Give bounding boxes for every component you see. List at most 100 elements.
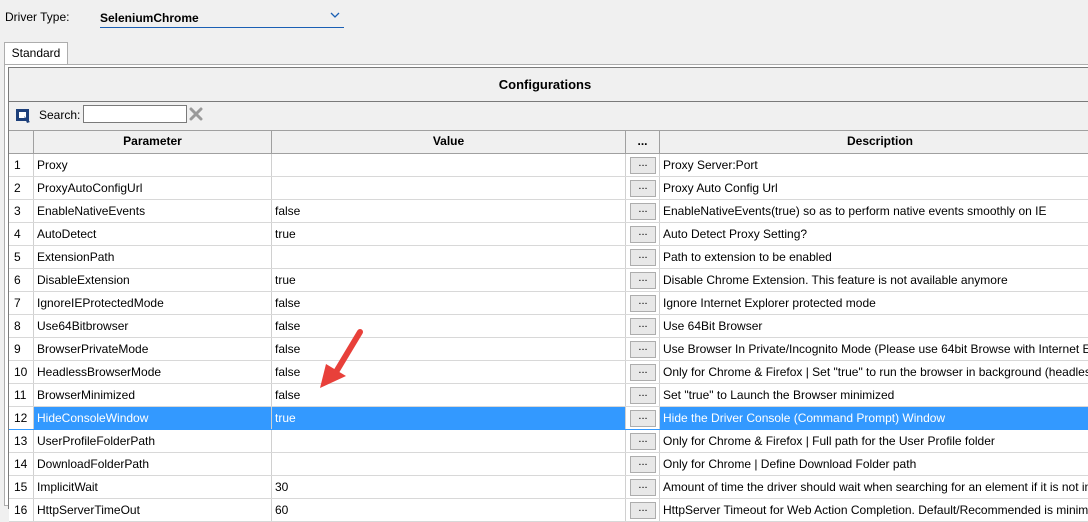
column-header-number <box>9 131 34 153</box>
parameter-cell[interactable]: Use64Bitbrowser <box>34 315 272 337</box>
edit-value-button[interactable]: ... <box>630 341 656 358</box>
value-cell[interactable]: true <box>272 223 626 245</box>
dots-cell: ... <box>626 338 660 360</box>
value-cell[interactable]: false <box>272 292 626 314</box>
parameter-cell[interactable]: UserProfileFolderPath <box>34 430 272 452</box>
table-row[interactable]: 2 ProxyAutoConfigUrl... Proxy Auto Config … <box>9 177 1088 200</box>
column-header-description[interactable]: Description <box>660 131 1088 153</box>
parameter-cell[interactable]: ExtensionPath <box>34 246 272 268</box>
column-header-value[interactable]: Value <box>272 131 626 153</box>
row-number: 1 <box>9 154 34 176</box>
table-row[interactable]: 1 Proxy... Proxy Server:Port <box>9 154 1088 177</box>
column-header-parameter[interactable]: Parameter <box>34 131 272 153</box>
row-number: 14 <box>9 453 34 475</box>
value-cell[interactable]: 60 <box>272 499 626 521</box>
edit-value-button[interactable]: ... <box>630 180 656 197</box>
dots-cell: ... <box>626 384 660 406</box>
row-number: 10 <box>9 361 34 383</box>
parameter-cell[interactable]: BrowserPrivateMode <box>34 338 272 360</box>
description-cell: HttpServer Timeout for Web Action Comple… <box>663 503 1088 517</box>
table-row[interactable]: 16 HttpServerTimeOut 60... HttpServer Timeo… <box>9 499 1088 522</box>
edit-value-button[interactable]: ... <box>630 456 656 473</box>
dots-cell: ... <box>626 430 660 452</box>
parameter-cell[interactable]: DisableExtension <box>34 269 272 291</box>
dots-cell: ... <box>626 476 660 498</box>
value-cell[interactable]: false <box>272 200 626 222</box>
parameter-cell[interactable]: ProxyAutoConfigUrl <box>34 177 272 199</box>
table-row[interactable]: 8 Use64Bitbrowser false... Use 64Bit Browse… <box>9 315 1088 338</box>
dots-cell: ... <box>626 292 660 314</box>
edit-value-button[interactable]: ... <box>630 410 656 427</box>
parameter-cell[interactable]: Proxy <box>34 154 272 176</box>
description-cell: Ignore Internet Explorer protected mode <box>663 296 876 310</box>
table-row[interactable]: 3 EnableNativeEvents false... EnableNativeE… <box>9 200 1088 223</box>
edit-value-button[interactable]: ... <box>630 203 656 220</box>
table-row[interactable]: 12 HideConsoleWindow true... Hide the Drive… <box>9 407 1088 430</box>
tab-standard[interactable]: Standard <box>4 42 68 65</box>
parameter-cell[interactable]: AutoDetect <box>34 223 272 245</box>
search-label: Search: <box>39 108 81 122</box>
row-number: 9 <box>9 338 34 360</box>
driver-type-dropdown[interactable]: SeleniumChrome <box>100 8 344 28</box>
value-cell[interactable] <box>272 453 626 475</box>
edit-value-button[interactable]: ... <box>630 249 656 266</box>
description-cell: Only for Chrome | Define Download Folder… <box>663 457 917 471</box>
parameter-cell[interactable]: BrowserMinimized <box>34 384 272 406</box>
dots-cell: ... <box>626 200 660 222</box>
table-row[interactable]: 13 UserProfileFolderPath... Only for Chrom… <box>9 430 1088 453</box>
table-row[interactable]: 6 DisableExtension true... Disable Chrome E… <box>9 269 1088 292</box>
configurations-panel: Configurations Search: Parameter Value .… <box>4 64 1088 522</box>
row-number: 5 <box>9 246 34 268</box>
row-number: 2 <box>9 177 34 199</box>
dots-cell: ... <box>626 246 660 268</box>
table-row[interactable]: 5 ExtensionPath... Path to extension to be… <box>9 246 1088 269</box>
value-cell[interactable] <box>272 177 626 199</box>
parameter-cell[interactable]: HideConsoleWindow <box>34 407 272 429</box>
parameter-cell[interactable]: ImplicitWait <box>34 476 272 498</box>
description-cell: Auto Detect Proxy Setting? <box>663 227 808 241</box>
edit-value-button[interactable]: ... <box>630 318 656 335</box>
parameter-cell[interactable]: IgnoreIEProtectedMode <box>34 292 272 314</box>
edit-value-button[interactable]: ... <box>630 295 656 312</box>
table-row[interactable]: 11 BrowserMinimized false... Set "true" to … <box>9 384 1088 407</box>
value-cell[interactable] <box>272 154 626 176</box>
parameter-cell[interactable]: HttpServerTimeOut <box>34 499 272 521</box>
table-row[interactable]: 4 AutoDetect true... Auto Detect Proxy Sett… <box>9 223 1088 246</box>
parameter-cell[interactable]: DownloadFolderPath <box>34 453 272 475</box>
red-arrow-annotation <box>320 329 363 388</box>
description-cell: Use Browser In Private/Incognito Mode (P… <box>663 342 1088 356</box>
edit-value-button[interactable]: ... <box>630 226 656 243</box>
parameter-cell[interactable]: HeadlessBrowserMode <box>34 361 272 383</box>
description-cell: Proxy Auto Config Url <box>663 181 778 195</box>
table-row[interactable]: 7 IgnoreIEProtectedMode false... Ignore Int… <box>9 292 1088 315</box>
edit-value-button[interactable]: ... <box>630 433 656 450</box>
edit-value-button[interactable]: ... <box>630 387 656 404</box>
value-cell[interactable]: 30 <box>272 476 626 498</box>
parameter-cell[interactable]: EnableNativeEvents <box>34 200 272 222</box>
row-number: 12 <box>9 407 34 429</box>
table-row[interactable]: 14 DownloadFolderPath... Only for Chrome |… <box>9 453 1088 476</box>
search-bar: Search: <box>9 102 1088 130</box>
edit-value-button[interactable]: ... <box>630 502 656 519</box>
table-row[interactable]: 9 BrowserPrivateMode false... Use Browser I… <box>9 338 1088 361</box>
edit-value-button[interactable]: ... <box>630 157 656 174</box>
value-cell[interactable] <box>272 430 626 452</box>
edit-value-button[interactable]: ... <box>630 272 656 289</box>
row-number: 7 <box>9 292 34 314</box>
search-icon[interactable] <box>15 108 31 124</box>
table-row[interactable]: 10 HeadlessBrowserMode false... Only for Ch… <box>9 361 1088 384</box>
configurations-title: Configurations <box>9 68 1088 102</box>
row-number: 3 <box>9 200 34 222</box>
value-cell[interactable] <box>272 246 626 268</box>
clear-icon[interactable] <box>189 107 203 121</box>
edit-value-button[interactable]: ... <box>630 479 656 496</box>
edit-value-button[interactable]: ... <box>630 364 656 381</box>
value-cell[interactable]: true <box>272 269 626 291</box>
column-header-dots[interactable]: ... <box>626 131 660 153</box>
description-cell: Disable Chrome Extension. This feature i… <box>663 273 1008 287</box>
table-row[interactable]: 15 ImplicitWait 30... Amount of time the dr… <box>9 476 1088 499</box>
description-cell: Hide the Driver Console (Command Prompt)… <box>663 411 946 425</box>
search-input[interactable] <box>83 105 187 123</box>
value-cell[interactable]: true <box>272 407 626 429</box>
dots-cell: ... <box>626 315 660 337</box>
